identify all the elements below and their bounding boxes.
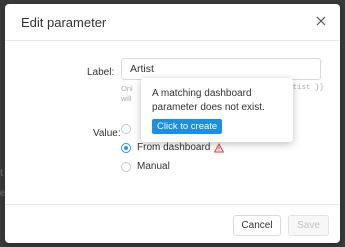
radio-label: Manual [137, 161, 170, 172]
radio-option-manual[interactable]: Manual [121, 161, 170, 172]
dialog-header: Edit parameter [5, 4, 340, 41]
radio-button-checked[interactable] [121, 142, 131, 153]
cancel-button[interactable]: Cancel [233, 215, 281, 236]
help-text-line: will [121, 94, 132, 103]
save-button[interactable]: Save [288, 215, 329, 236]
help-text-code: rtist }} [288, 84, 325, 92]
click-to-create-button[interactable]: Click to create [152, 119, 223, 134]
help-text-line: Onl [121, 84, 133, 93]
dialog-title: Edit parameter [21, 15, 107, 30]
close-icon[interactable] [314, 14, 328, 28]
label-field-label: Label: [87, 67, 115, 78]
radio-button[interactable] [121, 161, 131, 172]
edit-parameter-dialog: Edit parameter Label: Onl will rtist }} … [5, 4, 340, 243]
radio-button[interactable] [121, 124, 131, 134]
value-field-label: Value: [93, 128, 121, 139]
missing-parameter-popover: A matching dashboard parameter does not … [141, 78, 293, 142]
background-fragment: t [0, 168, 3, 179]
radio-option-from-dashboard[interactable]: From dashboard [121, 142, 225, 153]
radio-option-static[interactable] [121, 124, 137, 134]
warning-icon [214, 142, 225, 152]
popover-message: A matching dashboard parameter does not … [152, 88, 265, 113]
label-help-text: Onl will [121, 84, 133, 104]
dialog-footer: Cancel Save [5, 204, 340, 244]
label-input[interactable] [121, 58, 321, 80]
radio-label: From dashboard [137, 142, 211, 153]
